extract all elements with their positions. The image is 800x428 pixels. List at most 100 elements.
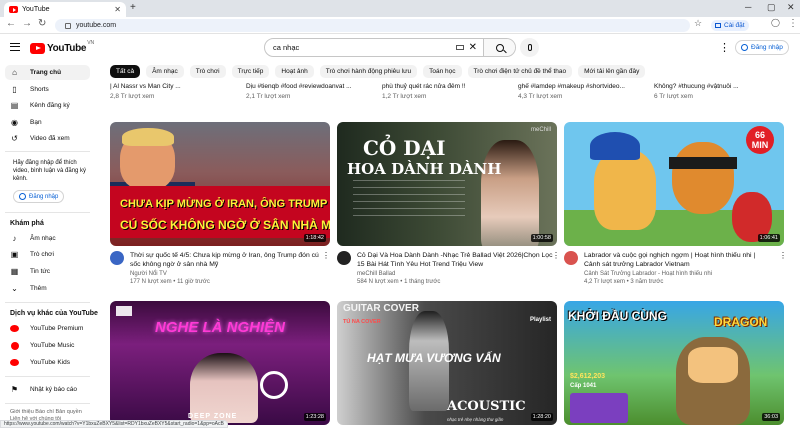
chip-music[interactable]: Âm nhạc — [146, 65, 184, 78]
chip-recently-uploaded[interactable]: Mới tải lên gần đây — [578, 65, 646, 78]
chip-games[interactable]: Trò chơi — [189, 65, 226, 78]
video-title[interactable]: Dịu #tienqb #food #reviewdoanvat ... — [246, 83, 352, 90]
clear-search-icon[interactable]: ✕ — [469, 42, 477, 53]
video-title[interactable]: Cỏ Dại Và Hoa Dành Dành -Nhạc Trẻ Ballad… — [357, 251, 553, 269]
thumbnail-caption: DRAGON — [714, 315, 768, 329]
video-card-partial[interactable]: Không? #thucung #vậtnuôi ... 6 Tr lượt x… — [654, 83, 739, 100]
chip-math[interactable]: Toán học — [423, 65, 462, 78]
chip-animation[interactable]: Hoạt ảnh — [275, 65, 314, 78]
reload-icon[interactable]: ↻ — [38, 18, 46, 29]
video-title[interactable]: | Al Nassr vs Man City ... — [110, 83, 181, 90]
channel-avatar[interactable] — [564, 251, 578, 265]
video-card-partial[interactable]: phù thuỷ quét rác nửa đêm !! 1,2 Tr lượt… — [382, 83, 465, 100]
video-duration: 36:03 — [762, 413, 780, 421]
sidebar-divider — [5, 212, 90, 213]
news-icon: ▦ — [10, 266, 19, 276]
video-menu-icon[interactable]: ⋮ — [779, 251, 787, 260]
search-button[interactable] — [483, 39, 515, 56]
user-icon — [741, 44, 748, 51]
channel-name[interactable]: Cảnh Sát Trưởng Labrador - Hoạt hình thi… — [584, 270, 712, 278]
chip-action-adventure[interactable]: Trò chơi hành động phiêu lưu — [319, 65, 418, 78]
sidebar-item-more[interactable]: ⌄ Thêm — [5, 281, 90, 296]
view-count: 177 N lượt xem • 11 giờ trước — [130, 279, 210, 285]
video-title[interactable]: Labrador và cuộc gọi nghịch ngợm | Hoạt … — [584, 251, 774, 269]
chevron-down-icon: ⌄ — [11, 283, 18, 293]
video-title[interactable]: Thời sự quốc tế 4/5: Chưa kịp mừng ở Ira… — [130, 251, 320, 269]
video-menu-icon[interactable]: ⋮ — [322, 251, 330, 260]
new-tab-icon[interactable]: + — [130, 2, 136, 13]
sidebar-item-label: Video đã xem — [30, 135, 70, 142]
video-thumbnail[interactable]: CHƯA KỊP MỪNG Ở IRAN, ÔNG TRUMP ĐÓN CÚ S… — [110, 122, 330, 246]
channel-avatar[interactable] — [110, 251, 124, 265]
star-icon[interactable]: ☆ — [694, 18, 702, 29]
sidebar-item-premium[interactable]: YouTube Premium — [5, 321, 90, 336]
footer-links-line[interactable]: Giới thiệu Báo chí Bản quyền — [10, 409, 82, 416]
sidebar-item-report-history[interactable]: ⚑ Nhật ký báo cáo — [5, 382, 90, 397]
video-title[interactable]: Không? #thucung #vậtnuôi ... — [654, 83, 739, 90]
sidebar-item-label: YouTube Premium — [30, 325, 84, 332]
channel-name[interactable]: Người Nổi TV — [130, 270, 210, 278]
sidebar-item-you[interactable]: ◉ Bạn — [5, 115, 90, 130]
sidebar-item-label: Bạn — [30, 119, 42, 126]
sidebar-item-music-app[interactable]: YouTube Music — [5, 338, 90, 353]
forward-icon[interactable]: → — [22, 18, 32, 29]
channel-name[interactable]: meChill Ballad — [357, 270, 440, 278]
video-thumbnail[interactable]: 66 MIN 1:06:41 — [564, 122, 784, 246]
video-title-line: sốc không ngờ ở sân nhà Mỹ — [130, 261, 219, 268]
chip-all[interactable]: Tất cả — [110, 65, 141, 78]
video-title[interactable]: phù thuỷ quét rác nửa đêm !! — [382, 83, 465, 90]
hamburger-menu-icon[interactable] — [10, 43, 20, 51]
youtube-logo[interactable]: YouTube VN — [30, 40, 94, 55]
thumbnail-caption: ACOUSTIC — [447, 399, 526, 414]
chip-live[interactable]: Trực tiếp — [231, 65, 270, 78]
sidebar-item-music[interactable]: ♪ Âm nhạc — [5, 231, 90, 246]
video-thumbnail[interactable]: GUITAR COVER TÚ NA COVER Playlist HẠT MƯ… — [337, 301, 557, 425]
minimize-icon[interactable]: ─ — [745, 2, 751, 12]
sidebar-item-gaming[interactable]: ▣ Trò chơi — [5, 247, 90, 262]
youtube-premium-icon — [10, 325, 19, 333]
video-meta: Người Nổi TV 177 N lượt xem • 11 giờ trư… — [130, 270, 210, 286]
video-meta: 1,2 Tr lượt xem — [382, 93, 427, 100]
window-close-icon[interactable]: ✕ — [787, 2, 795, 13]
sidebar-item-label: Nhật ký báo cáo — [30, 386, 77, 393]
sidebar-item-label: YouTube Music — [30, 342, 75, 349]
keyboard-icon[interactable] — [455, 45, 464, 50]
channel-avatar[interactable] — [337, 251, 351, 265]
sign-in-label: Đăng nhập — [751, 44, 783, 51]
browser-tab[interactable]: YouTube ✕ — [4, 2, 126, 17]
sidebar-item-news[interactable]: ▦ Tin tức — [5, 264, 90, 279]
video-title-line: Cảnh sát trưởng Labrador Vietnam — [584, 261, 690, 268]
video-card-partial[interactable]: ghế #lamdep #makeup #shortvideo... 4,3 T… — [518, 83, 625, 100]
maximize-icon[interactable]: ▢ — [767, 2, 776, 13]
sign-in-button[interactable]: Đăng nhập — [735, 40, 789, 55]
video-thumbnail[interactable]: CỎ DẠI HOA DÀNH DÀNH meChill 1:00:58 — [337, 122, 557, 246]
sidebar-item-shorts[interactable]: ▯ Shorts — [5, 82, 90, 97]
view-count: 4,2 Tr lượt xem • 3 năm trước — [584, 279, 664, 285]
sidebar-item-kids[interactable]: YouTube Kids — [5, 355, 90, 370]
install-button[interactable]: Cài đặt — [711, 20, 749, 31]
more-options-icon[interactable]: ⋮ — [719, 41, 730, 54]
browser-menu-icon[interactable]: ⋮ — [788, 18, 798, 29]
site-info-icon[interactable] — [65, 22, 71, 29]
sidebar-item-history[interactable]: ↺ Video đã xem — [5, 131, 90, 146]
profile-icon[interactable]: ◯ — [771, 18, 780, 27]
sidebar-sign-in-button[interactable]: Đăng nhập — [13, 190, 65, 203]
video-title[interactable]: ghế #lamdep #makeup #shortvideo... — [518, 83, 625, 90]
sidebar-item-home[interactable]: ⌂ Trang chủ — [5, 65, 90, 80]
chip-sports-games[interactable]: Trò chơi điện tử chủ đề thể thao — [467, 65, 573, 78]
video-menu-icon[interactable]: ⋮ — [552, 251, 560, 260]
video-thumbnail[interactable]: NGHE LÀ NGHIỆN DEEP ZONE 1:23:28 — [110, 301, 330, 425]
sidebar-item-label: YouTube Kids — [30, 359, 70, 366]
back-icon[interactable]: ← — [6, 18, 16, 29]
install-icon — [715, 23, 721, 28]
voice-search-button[interactable] — [520, 38, 539, 57]
address-bar[interactable]: youtube.com — [55, 19, 690, 32]
search-input[interactable]: ca nhạc — [273, 43, 456, 52]
video-card-partial[interactable]: | Al Nassr vs Man City ... 2,8 Tr lượt x… — [110, 83, 181, 100]
sidebar-item-subscriptions[interactable]: ▤ Kênh đăng ký — [5, 98, 90, 113]
tab-close-icon[interactable]: ✕ — [114, 5, 121, 14]
video-thumbnail[interactable]: KHỞI ĐẦU CÙNG DRAGON $2,612,203 Cấp 1041… — [564, 301, 784, 425]
video-card-partial[interactable]: Dịu #tienqb #food #reviewdoanvat ... 2,1… — [246, 83, 352, 100]
search-box[interactable]: ca nhạc ✕ — [264, 38, 516, 57]
channel-logo-icon — [116, 306, 132, 316]
